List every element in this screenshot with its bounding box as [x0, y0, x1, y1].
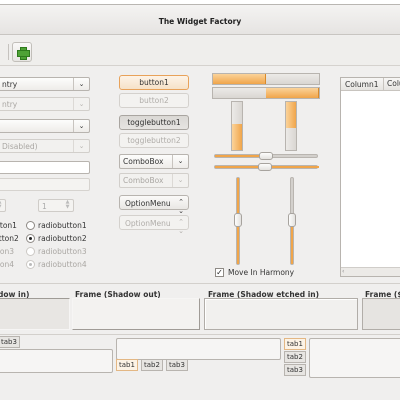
combo-box[interactable]: ⌄	[0, 119, 90, 133]
frame-shadow-etched-in	[204, 298, 358, 330]
chevron-down-icon: ⌄	[172, 174, 188, 187]
text-entry[interactable]	[0, 161, 90, 174]
radio-label: tton3	[0, 247, 14, 256]
progress-bar-horizontal-2	[212, 87, 320, 99]
spin-button-disabled: 1 ▲ ▼	[38, 199, 74, 212]
togglebutton2: togglebutton2	[119, 133, 189, 148]
progress-bar-vertical-1	[231, 101, 243, 151]
combobox1-text: ComboBox	[123, 157, 164, 166]
toolbar	[0, 36, 400, 66]
notebook3-tab3[interactable]: tab3	[284, 364, 306, 376]
spin-value: 1	[42, 202, 47, 211]
radio-indicator	[26, 260, 35, 269]
combo-entry[interactable]: ntry ⌄	[0, 77, 90, 91]
spin-arrows-icon: ▲▼	[0, 200, 4, 211]
radio-indicator[interactable]	[26, 221, 35, 230]
title-bar[interactable]: The Widget Factory	[0, 5, 400, 35]
togglebutton1[interactable]: togglebutton1	[119, 115, 189, 130]
chevron-down-icon: ⌄	[73, 98, 89, 110]
chevron-left-icon[interactable]: ‹	[342, 268, 344, 275]
combo-entry-disabled-text: ntry	[2, 100, 18, 109]
combo-box-disabled: Disabled) ⌄	[0, 139, 90, 153]
optionmenu1[interactable]: OptionMenu ⌃ ⌄	[119, 195, 189, 215]
section-separator	[0, 283, 400, 284]
progress-bar-horizontal-1	[212, 73, 320, 85]
frame-shadow-etched-out	[362, 298, 400, 330]
radio-label: radiobutton1	[38, 221, 87, 230]
radio-indicator[interactable]	[26, 234, 35, 243]
radio-label: radiobutton3	[38, 247, 87, 256]
notebook3-tab2[interactable]: tab2	[284, 351, 306, 363]
chevron-down-icon[interactable]: ⌄	[73, 120, 89, 132]
optionmenu2: OptionMenu ⌃ ⌄	[119, 215, 189, 235]
button2: button2	[119, 93, 189, 108]
section-separator	[0, 334, 400, 335]
progress-fill	[232, 123, 242, 150]
radio-label: radiobutton4	[38, 260, 87, 269]
checkmark-icon: ✓	[216, 268, 223, 277]
up-down-icon: ⌃ ⌄	[178, 218, 184, 235]
radio-indicator	[26, 247, 35, 256]
slider-fill	[215, 155, 265, 157]
column-header-2[interactable]: Colu	[383, 78, 400, 90]
column-header-1[interactable]: Column1	[345, 80, 379, 89]
slider-fill	[291, 222, 293, 264]
notebook2-tab3[interactable]: tab3	[166, 359, 188, 371]
toolbar-separator	[8, 44, 9, 60]
add-button[interactable]	[12, 42, 32, 62]
notebook3-tab1[interactable]: tab1	[284, 338, 306, 350]
slider-handle[interactable]	[259, 152, 273, 160]
progress-fill	[286, 102, 296, 129]
progress-bar-vertical-2	[285, 101, 297, 151]
slider-handle[interactable]	[258, 163, 272, 171]
notebook2-tab1[interactable]: tab1	[116, 359, 138, 371]
list-add-icon	[17, 47, 30, 60]
notebook1-page	[0, 349, 113, 373]
move-in-harmony-label: Move In Harmony	[228, 268, 295, 277]
combo-entry-text: ntry	[2, 80, 18, 89]
horizontal-scrollbar[interactable]: ‹	[341, 267, 400, 276]
radio-label: ttton1	[0, 221, 17, 230]
text-entry-disabled	[0, 178, 90, 191]
radio-label: utton2	[0, 234, 19, 243]
frame-shadow-in	[0, 298, 70, 330]
notebook1-tab3[interactable]: tab3	[0, 336, 20, 348]
window-title: The Widget Factory	[158, 17, 242, 26]
chevron-down-icon[interactable]: ⌄	[172, 155, 188, 168]
move-in-harmony-checkbox[interactable]: ✓	[215, 268, 224, 277]
combo-entry-disabled: ntry ⌄	[0, 97, 90, 111]
radio-label: tton4	[0, 260, 14, 269]
chevron-down-icon[interactable]: ⌄	[73, 78, 89, 90]
tree-header: Column1 Colu	[341, 78, 400, 91]
tree-view[interactable]: Column1 Colu ‹	[340, 77, 400, 277]
combobox2-text: ComboBox	[123, 176, 164, 185]
notebook2-tab2[interactable]: tab2	[141, 359, 163, 371]
progress-fill	[213, 74, 266, 84]
frame-shadow-out	[72, 298, 200, 330]
optionmenu2-text: OptionMenu	[125, 219, 171, 228]
widget-factory-window: The Widget Factory ntry ⌄ ntry ⌄ ⌄ Disab…	[0, 4, 400, 400]
slider-handle[interactable]	[234, 213, 242, 227]
chevron-down-icon: ⌄	[73, 140, 89, 152]
combobox1[interactable]: ComboBox ⌄	[119, 154, 189, 169]
optionmenu1-text: OptionMenu	[125, 199, 171, 208]
combo-box-disabled-text: Disabled)	[2, 142, 38, 151]
notebook2-page	[116, 338, 281, 360]
radio-label: radiobutton2	[38, 234, 87, 243]
up-down-icon: ⌃ ⌄	[178, 198, 184, 215]
spin-arrows-icon: ▲▼	[65, 199, 70, 210]
notebook3-page	[309, 338, 400, 378]
spin-button-stub[interactable]: ▲▼	[0, 199, 6, 212]
progress-fill	[266, 88, 319, 98]
button1[interactable]: button1	[119, 75, 189, 90]
combobox2: ComboBox ⌄	[119, 173, 189, 188]
slider-handle[interactable]	[288, 213, 296, 227]
